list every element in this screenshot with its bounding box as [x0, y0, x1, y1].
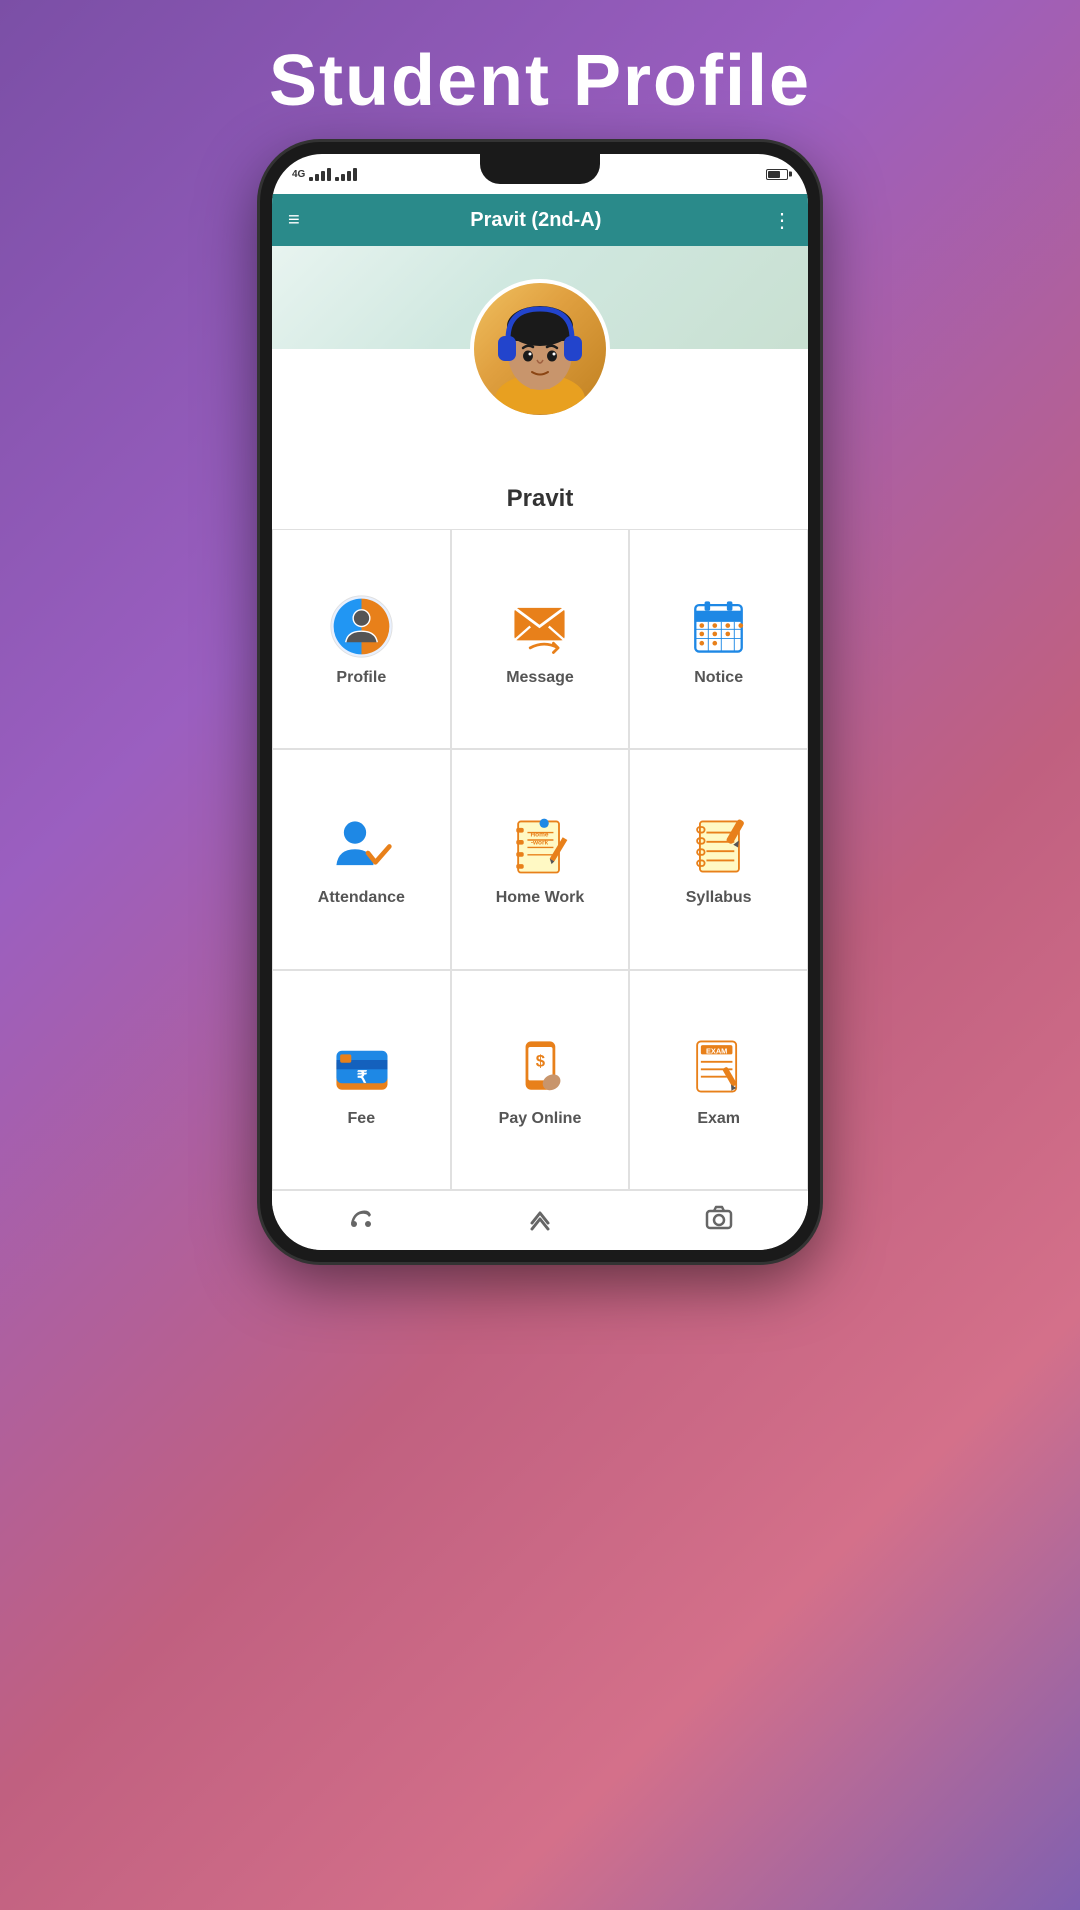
syllabus-grid-icon [684, 811, 754, 881]
chevron-up-nav-icon[interactable] [526, 1203, 554, 1238]
grid-item-fee[interactable]: ₹ Fee [272, 970, 451, 1190]
phone-shell: 4G [260, 142, 820, 1262]
status-right [766, 169, 788, 180]
exam-grid-icon: EXAM [684, 1032, 754, 1102]
signal-text: 4G [292, 169, 305, 180]
svg-text:EXAM: EXAM [706, 1047, 727, 1056]
pay-online-grid-icon: $ [505, 1032, 575, 1102]
svg-text:₹: ₹ [357, 1068, 368, 1087]
fee-label: Fee [348, 1110, 376, 1128]
pay-online-label: Pay Online [499, 1110, 582, 1128]
phone-frame: 4G [260, 142, 820, 1742]
signal-bars-1 [309, 168, 331, 181]
attendance-grid-icon [326, 811, 396, 881]
svg-text:Home: Home [531, 831, 549, 838]
homework-label: Home Work [496, 889, 585, 907]
bottom-navigation [272, 1190, 808, 1250]
fee-grid-icon: ₹ [326, 1032, 396, 1102]
grid-item-exam[interactable]: EXAM Exam [629, 970, 808, 1190]
phone-screen: 4G [272, 154, 808, 1250]
grid-item-pay-online[interactable]: $ Pay Online [451, 970, 630, 1190]
message-label: Message [506, 669, 574, 687]
notice-grid-icon [684, 591, 754, 661]
message-grid-icon [505, 591, 575, 661]
profile-grid-icon [326, 591, 396, 661]
grid-item-syllabus[interactable]: Syllabus [629, 749, 808, 969]
app-bar-title: Pravit (2nd-A) [470, 209, 601, 232]
phone-notch [480, 154, 600, 184]
app-bar: ≡ Pravit (2nd-A) ⋮ [272, 194, 808, 246]
syllabus-label: Syllabus [686, 889, 752, 907]
profile-section: Pravit [272, 349, 808, 529]
grid-item-message[interactable]: Message [451, 529, 630, 749]
attendance-label: Attendance [318, 889, 405, 907]
camera-nav-icon[interactable] [705, 1203, 733, 1238]
grid-item-profile[interactable]: Profile [272, 529, 451, 749]
grid-item-attendance[interactable]: Attendance [272, 749, 451, 969]
avatar [470, 279, 610, 419]
phone-nav-icon[interactable] [347, 1203, 375, 1238]
avatar-image [474, 283, 606, 415]
homework-grid-icon: Home -work [505, 811, 575, 881]
status-left: 4G [292, 168, 357, 181]
student-name: Pravit [507, 485, 574, 513]
menu-grid: Profile [272, 529, 808, 1190]
grid-container: Profile [272, 529, 808, 1190]
svg-text:-work: -work [531, 840, 549, 847]
signal-bars-2 [335, 168, 357, 181]
hamburger-menu-icon[interactable]: ≡ [288, 209, 300, 232]
grid-item-notice[interactable]: Notice [629, 529, 808, 749]
profile-label: Profile [336, 669, 386, 687]
battery-indicator [766, 169, 788, 180]
grid-item-homework[interactable]: Home -work Home Work [451, 749, 630, 969]
exam-label: Exam [697, 1110, 740, 1128]
svg-text:$: $ [536, 1052, 546, 1071]
more-options-icon[interactable]: ⋮ [772, 208, 792, 233]
page-title: Student Profile [269, 40, 811, 122]
notice-label: Notice [694, 669, 743, 687]
